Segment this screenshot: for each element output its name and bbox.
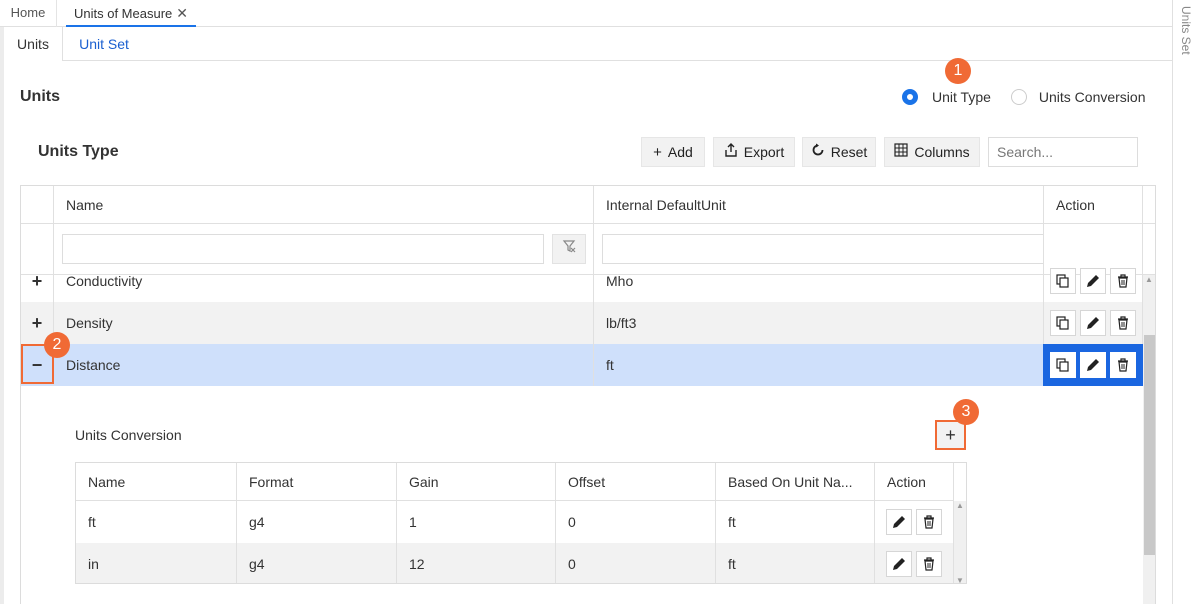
- tab-home[interactable]: Home: [0, 0, 57, 27]
- copy-icon[interactable]: [1050, 310, 1076, 336]
- header-name[interactable]: Name: [54, 186, 594, 224]
- header-offset[interactable]: Offset: [556, 463, 716, 501]
- export-button[interactable]: Export: [713, 137, 795, 167]
- row-default-unit: ft: [606, 357, 614, 373]
- radio-unit-type[interactable]: [902, 89, 918, 105]
- reset-icon: [811, 143, 825, 161]
- step-badge-1: 1: [945, 58, 971, 84]
- row-actions: [875, 501, 954, 543]
- plus-icon: +: [653, 143, 662, 161]
- radio-units-conversion[interactable]: [1010, 89, 1027, 105]
- columns-icon: [894, 143, 908, 161]
- add-label: Add: [667, 144, 693, 160]
- table-row[interactable]: + Density lb/ft3: [21, 302, 1143, 344]
- cell-offset: 0: [556, 501, 716, 543]
- row-name: Distance: [66, 357, 121, 373]
- page-title: Units: [20, 88, 60, 105]
- export-icon: [724, 143, 738, 161]
- side-panel[interactable]: Units Set: [1172, 0, 1202, 604]
- columns-label: Columns: [914, 144, 970, 160]
- header-default-unit[interactable]: Internal DefaultUnit: [594, 186, 1044, 224]
- detail-scrollbar[interactable]: ▲ ▼: [954, 501, 966, 583]
- scroll-up-icon[interactable]: ▲: [956, 501, 964, 510]
- header-gain[interactable]: Gain: [397, 463, 556, 501]
- tab-bar: Home Units of Measure ✕: [0, 0, 1172, 27]
- cell-offset: 0: [556, 543, 716, 583]
- grid-scrollbar[interactable]: ▲: [1143, 275, 1155, 604]
- step-badge-2: 2: [44, 332, 70, 358]
- copy-icon[interactable]: [1050, 268, 1076, 294]
- grid-header: Name Internal DefaultUnit Action: [21, 186, 1155, 224]
- search-input[interactable]: [988, 137, 1138, 167]
- tab-units[interactable]: Units: [4, 27, 63, 61]
- radio-unit-type-label[interactable]: Unit Type: [932, 89, 991, 105]
- close-icon[interactable]: ✕: [176, 5, 188, 21]
- left-border: [0, 27, 4, 604]
- row-actions: [1043, 260, 1143, 302]
- columns-button[interactable]: Columns: [884, 137, 980, 167]
- header-name[interactable]: Name: [76, 463, 237, 501]
- detail-title: Units Conversion: [75, 427, 182, 443]
- cell-based-on: ft: [716, 501, 875, 543]
- cell-name: ft: [76, 501, 237, 543]
- cell-name: in: [76, 543, 237, 583]
- delete-icon[interactable]: [916, 509, 942, 535]
- section-title: Units Type: [38, 143, 119, 160]
- sub-tab-bar: Units Unit Set: [4, 27, 1172, 61]
- units-conversion-grid: Name Format Gain Offset Based On Unit Na…: [75, 462, 967, 584]
- row-name: Conductivity: [66, 273, 143, 289]
- cell-gain: 1: [397, 501, 556, 543]
- side-panel-label[interactable]: Units Set: [1179, 6, 1193, 55]
- cell-based-on: ft: [716, 543, 875, 583]
- view-mode-radio-group: Unit Type Units Conversion: [902, 89, 1146, 105]
- delete-icon[interactable]: [1110, 268, 1136, 294]
- add-button[interactable]: + Add: [641, 137, 705, 167]
- export-label: Export: [743, 144, 785, 160]
- row-actions: [1043, 344, 1143, 386]
- cell-format: g4: [237, 501, 397, 543]
- tab-unit-set[interactable]: Unit Set: [63, 27, 145, 61]
- step-badge-3: 3: [953, 399, 979, 425]
- delete-icon[interactable]: [1110, 352, 1136, 378]
- edit-icon[interactable]: [886, 551, 912, 577]
- scroll-down-icon[interactable]: ▼: [956, 576, 964, 583]
- table-row-selected[interactable]: − Distance ft: [21, 344, 1143, 386]
- cell-format: g4: [237, 543, 397, 583]
- table-row[interactable]: ft g4 1 0 ft: [76, 501, 954, 543]
- delete-icon[interactable]: [916, 551, 942, 577]
- copy-icon[interactable]: [1050, 352, 1076, 378]
- header-format[interactable]: Format: [237, 463, 397, 501]
- table-row[interactable]: in g4 12 0 ft: [76, 543, 954, 583]
- delete-icon[interactable]: [1110, 310, 1136, 336]
- header-expander: [21, 186, 54, 224]
- reset-button[interactable]: Reset: [802, 137, 876, 167]
- add-conversion-button[interactable]: +: [935, 420, 966, 450]
- edit-icon[interactable]: [886, 509, 912, 535]
- row-actions: [875, 543, 954, 583]
- radio-units-conversion-label[interactable]: Units Conversion: [1039, 89, 1146, 105]
- row-name: Density: [66, 315, 113, 331]
- scroll-up-icon[interactable]: ▲: [1145, 275, 1153, 284]
- tab-units-of-measure[interactable]: Units of Measure ✕: [66, 0, 196, 27]
- edit-icon[interactable]: [1080, 310, 1106, 336]
- row-default-unit: Mho: [606, 273, 634, 289]
- row-default-unit: lb/ft3: [606, 315, 637, 331]
- header-based-on[interactable]: Based On Unit Na...: [716, 463, 875, 501]
- table-row[interactable]: + Conductivity Mho: [21, 260, 1143, 302]
- row-actions: [1043, 302, 1143, 344]
- header-action: Action: [875, 463, 954, 501]
- reset-label: Reset: [830, 144, 868, 160]
- scrollbar-thumb[interactable]: [1144, 335, 1155, 555]
- header-action: Action: [1044, 186, 1143, 224]
- edit-icon[interactable]: [1080, 268, 1106, 294]
- edit-icon[interactable]: [1080, 352, 1106, 378]
- expand-button[interactable]: +: [21, 260, 54, 302]
- cell-gain: 12: [397, 543, 556, 583]
- tab-label: Units of Measure: [74, 6, 173, 21]
